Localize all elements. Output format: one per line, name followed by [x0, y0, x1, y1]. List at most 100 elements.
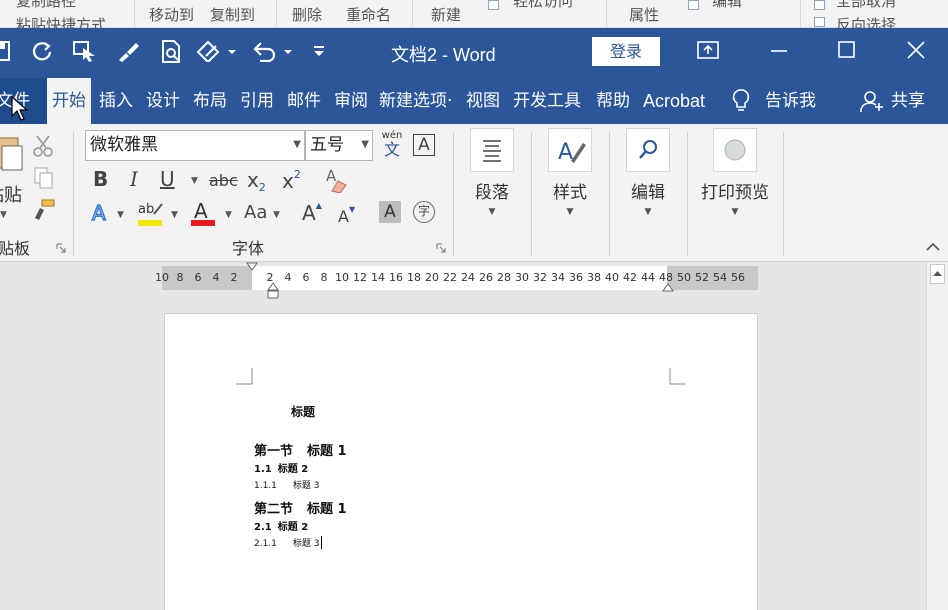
- ruler-number: 24: [461, 271, 475, 284]
- font-name-select[interactable]: 微软雅黑 ▼: [85, 130, 305, 161]
- ruler-number: 38: [587, 271, 601, 284]
- tab-mailings[interactable]: 邮件: [287, 90, 321, 112]
- tab-new-option[interactable]: 新建选项·: [379, 90, 452, 112]
- left-indent-marker-icon[interactable]: [267, 282, 279, 300]
- shrink-font-arrow-icon: ▼: [348, 205, 356, 214]
- tab-help[interactable]: 帮助: [596, 90, 630, 112]
- svg-text:ab: ab: [138, 202, 154, 217]
- draw-shape-icon[interactable]: [196, 40, 236, 62]
- ruler-number: 50: [677, 271, 691, 284]
- lightbulb-icon[interactable]: [732, 89, 750, 113]
- font-dialog-launcher-icon[interactable]: [436, 243, 446, 253]
- strikethrough-button[interactable]: abc: [209, 170, 238, 192]
- share-button[interactable]: 共享: [891, 90, 925, 112]
- share-person-icon[interactable]: [860, 89, 884, 113]
- phonetic-guide-button[interactable]: wén 文: [380, 130, 404, 159]
- clear-formatting-icon[interactable]: A: [324, 167, 348, 193]
- underline-dropdown-icon[interactable]: ▼: [191, 176, 198, 186]
- format-painter-qa-icon[interactable]: [116, 40, 140, 62]
- svg-text:A: A: [326, 167, 337, 185]
- horizontal-ruler[interactable]: 10 8 6 4 2 2 4 6 8 10 12 14 16 18 20 22 24 26 28 30 32 34 36 3…: [155, 262, 758, 299]
- maximize-icon[interactable]: [838, 40, 856, 60]
- paragraph-label: 段落: [475, 183, 509, 203]
- bg-easy-access-icon: [488, 0, 499, 10]
- right-indent-marker-icon[interactable]: [662, 282, 674, 292]
- grow-font-label: A: [302, 201, 316, 225]
- first-line-indent-marker-icon[interactable]: [246, 262, 258, 272]
- subscript-mark: 2: [258, 181, 266, 194]
- shrink-font-button[interactable]: A▼: [338, 205, 355, 226]
- scroll-up-button[interactable]: [930, 264, 945, 284]
- doc-title: 标题: [291, 405, 316, 419]
- enclose-characters-button[interactable]: 字: [413, 201, 435, 223]
- font-name-value: 微软雅黑: [90, 135, 158, 155]
- section-2-sub-sub-heading: 2.1.1 标题 3: [254, 536, 322, 549]
- collapse-ribbon-icon[interactable]: [926, 242, 940, 252]
- character-shading-button[interactable]: A: [379, 201, 401, 223]
- change-case-button[interactable]: Aa: [244, 202, 267, 224]
- font-size-dropdown-icon[interactable]: ▼: [361, 131, 369, 159]
- ruler-number: 34: [551, 271, 565, 284]
- tab-references[interactable]: 引用: [240, 90, 274, 112]
- close-icon[interactable]: [907, 40, 925, 60]
- print-preview-button[interactable]: 打印预览 ▼: [695, 128, 775, 217]
- font-color-dropdown-icon[interactable]: ▼: [225, 210, 232, 220]
- character-border-button[interactable]: A: [413, 134, 435, 156]
- change-case-dropdown-icon[interactable]: ▼: [273, 210, 280, 220]
- tell-me-search[interactable]: 告诉我: [765, 90, 816, 112]
- customize-qa-icon[interactable]: [312, 46, 326, 56]
- tab-insert[interactable]: 插入: [99, 90, 133, 112]
- login-button[interactable]: 登录: [592, 37, 660, 66]
- styles-button[interactable]: A 样式 ▼: [540, 128, 600, 217]
- font-group-label: 字体: [232, 239, 265, 258]
- tab-design[interactable]: 设计: [146, 90, 180, 112]
- tab-view[interactable]: 视图: [466, 90, 500, 112]
- minimize-icon[interactable]: [770, 40, 788, 60]
- format-painter-icon[interactable]: [32, 198, 56, 222]
- subscript-button[interactable]: x2: [247, 168, 266, 194]
- ruler-number: 52: [695, 271, 709, 284]
- paste-button[interactable]: [0, 132, 24, 172]
- bg-invert-icon: [814, 17, 825, 27]
- section-2-sub-sub-heading-text: 标题 3: [292, 539, 320, 549]
- ruler-number: 30: [515, 271, 529, 284]
- editing-button[interactable]: 编辑 ▼: [618, 128, 678, 217]
- text-effects-button[interactable]: A: [91, 201, 106, 225]
- tab-home[interactable]: 开始: [47, 78, 91, 124]
- undo-icon[interactable]: [252, 40, 296, 62]
- tab-layout[interactable]: 布局: [193, 90, 227, 112]
- font-color-button[interactable]: A: [194, 200, 208, 222]
- ruler-number: 26: [479, 271, 493, 284]
- section-1-sub-sub-heading-text: 标题 3: [292, 481, 320, 491]
- grow-font-arrow-icon: ▲: [315, 201, 322, 210]
- paragraph-button[interactable]: 段落 ▼: [462, 128, 522, 217]
- print-preview-qa-icon[interactable]: [160, 40, 182, 64]
- section-2-sub-heading-text: 标题 2: [277, 522, 309, 533]
- copy-icon[interactable]: [34, 167, 54, 189]
- bold-button[interactable]: B: [93, 168, 108, 190]
- touch-mode-icon[interactable]: [73, 40, 97, 62]
- section-1-number: 第一节: [254, 444, 294, 459]
- tab-acrobat[interactable]: Acrobat: [643, 90, 705, 112]
- vertical-scrollbar[interactable]: [926, 262, 948, 610]
- section-2-sub-heading: 2.1 标题 2: [254, 518, 308, 533]
- tab-review[interactable]: 审阅: [334, 90, 368, 112]
- grow-font-button[interactable]: A▲: [302, 201, 322, 225]
- save-icon[interactable]: [0, 40, 10, 62]
- ribbon-tabs: 文件 开始 插入 设计 布局 引用 邮件 审阅 新建选项· 视图 开发工具 帮助…: [0, 78, 948, 124]
- document-page[interactable]: 标题 第一节 标题 1 1.1 标题 2 1.1.1 标题 3 第二节 标题 1 2.1…: [164, 313, 758, 610]
- paste-dropdown-icon[interactable]: ▼: [0, 210, 7, 220]
- italic-button[interactable]: I: [130, 168, 138, 190]
- tab-developer[interactable]: 开发工具: [513, 90, 581, 112]
- ruler-number: 56: [731, 271, 745, 284]
- highlight-dropdown-icon[interactable]: ▼: [171, 210, 178, 220]
- clipboard-dialog-launcher-icon[interactable]: [56, 243, 66, 253]
- cut-icon[interactable]: [32, 134, 54, 158]
- text-effects-dropdown-icon[interactable]: ▼: [117, 210, 124, 220]
- font-size-select[interactable]: 五号 ▼: [305, 130, 373, 161]
- ribbon-display-options-icon[interactable]: [697, 40, 719, 60]
- font-name-dropdown-icon[interactable]: ▼: [293, 131, 301, 159]
- autosave-icon[interactable]: [31, 40, 53, 62]
- underline-button[interactable]: U: [160, 168, 175, 190]
- superscript-button[interactable]: x2: [282, 168, 301, 193]
